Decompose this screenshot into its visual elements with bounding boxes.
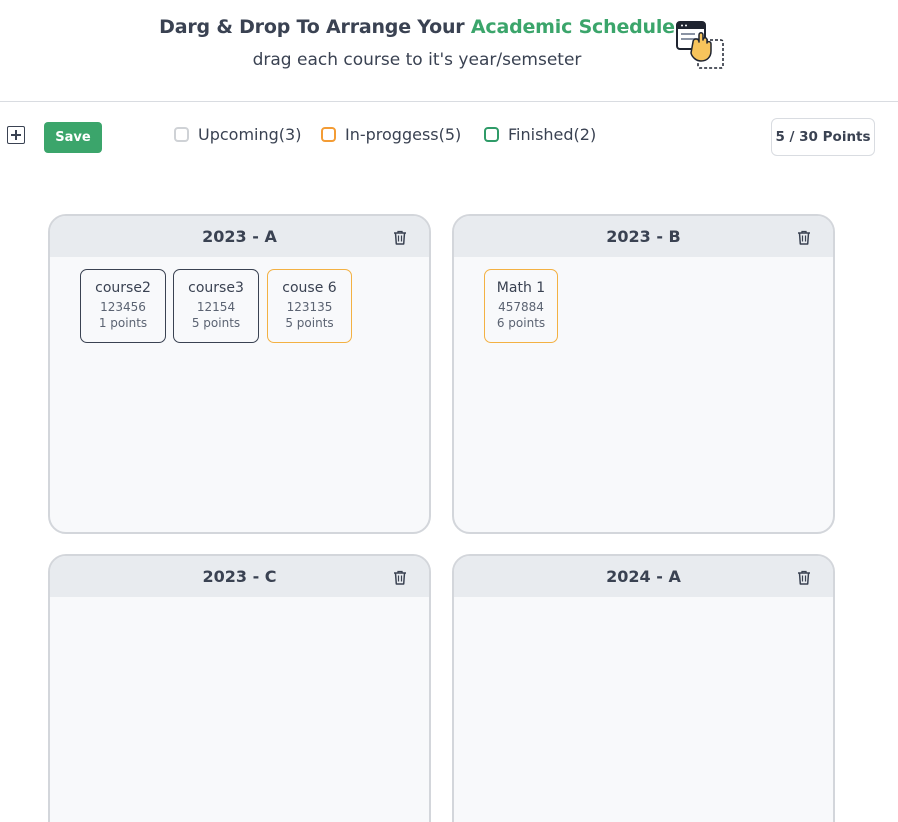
points-badge: 5 / 30 Points (771, 118, 875, 156)
semester-header: 2023 - B (454, 216, 833, 257)
course-card[interactable]: course3 12154 5 points (173, 269, 259, 343)
course-list: course2 123456 1 points course3 12154 5 … (50, 257, 429, 343)
course-name: Math 1 (496, 280, 546, 296)
semester-card[interactable]: 2024 - A (452, 554, 835, 822)
course-card[interactable]: course2 123456 1 points (80, 269, 166, 343)
upcoming-checkbox[interactable] (174, 126, 189, 142)
course-points: 5 points (191, 316, 241, 330)
semester-header: 2023 - C (50, 556, 429, 597)
course-list: Math 1 457884 6 points (454, 257, 833, 343)
course-points: 5 points (285, 316, 334, 330)
course-points: 6 points (496, 316, 546, 330)
trash-icon[interactable] (393, 230, 407, 245)
course-name: course2 (95, 280, 151, 296)
legend-finished[interactable]: Finished(2) (484, 123, 596, 145)
semester-card[interactable]: 2023 - A course2 123456 1 points course3… (48, 214, 431, 534)
trash-icon[interactable] (393, 570, 407, 585)
semester-card[interactable]: 2023 - C (48, 554, 431, 822)
legend-finished-label: Finished(2) (508, 124, 597, 144)
page-header: Darg & Drop To Arrange Your Academic Sch… (0, 0, 898, 102)
semester-card[interactable]: 2023 - B Math 1 457884 6 points (452, 214, 835, 534)
add-semester-button[interactable] (7, 126, 25, 144)
course-code: 123456 (100, 300, 146, 314)
trash-icon[interactable] (797, 570, 811, 585)
course-card[interactable]: couse 6 123135 5 points (267, 269, 352, 343)
finished-checkbox[interactable] (484, 126, 499, 142)
legend-in-progress[interactable]: In-proggess(5) (321, 123, 461, 145)
drag-window-hand-icon (676, 21, 724, 69)
legend-upcoming[interactable]: Upcoming(3) (174, 123, 301, 145)
legend-upcoming-label: Upcoming(3) (198, 124, 302, 144)
save-button[interactable]: Save (44, 122, 102, 153)
course-code: 12154 (196, 300, 236, 314)
semester-title: 2023 - C (202, 567, 277, 586)
trash-icon[interactable] (797, 230, 811, 245)
course-list (454, 597, 833, 609)
semester-header: 2024 - A (454, 556, 833, 597)
semester-title: 2023 - B (606, 227, 681, 246)
legend-in-progress-label: In-proggess(5) (345, 124, 462, 144)
course-list (50, 597, 429, 609)
semester-title: 2023 - A (202, 227, 277, 246)
title-prefix: Darg & Drop To Arrange Your (159, 16, 471, 38)
title-accent: Academic Schedule (470, 16, 675, 38)
course-card[interactable]: Math 1 457884 6 points (484, 269, 558, 343)
course-code: 457884 (498, 300, 544, 314)
course-name: couse 6 (282, 280, 337, 296)
course-name: course3 (188, 280, 244, 296)
course-points: 1 points (98, 316, 148, 330)
semester-header: 2023 - A (50, 216, 429, 257)
semester-title: 2024 - A (606, 567, 681, 586)
course-code: 123135 (286, 300, 333, 314)
in-progress-checkbox[interactable] (321, 126, 336, 142)
toolbar: Save Upcoming(3) In-proggess(5) Finished… (0, 102, 898, 172)
